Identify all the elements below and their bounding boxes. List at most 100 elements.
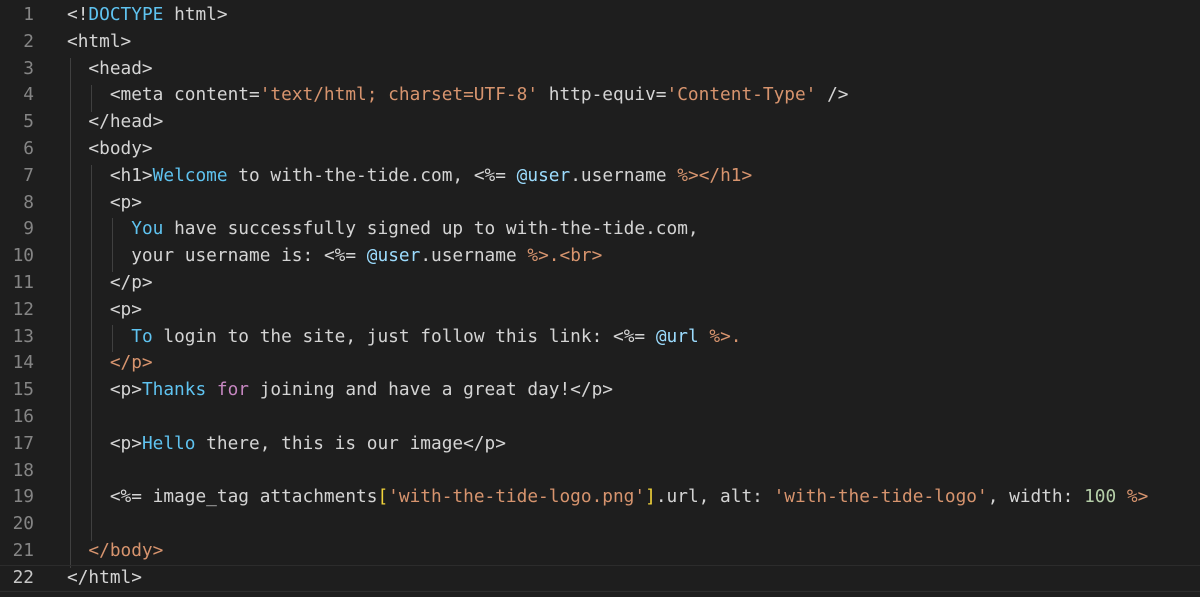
- code-line[interactable]: 21 </body>: [0, 538, 1200, 565]
- line-number: 16: [12, 406, 34, 427]
- code-token: </html>: [67, 566, 142, 588]
- line-number: 22: [12, 566, 34, 588]
- code-token: <meta content=: [67, 84, 260, 106]
- code-line[interactable]: 7 <h1>Welcome to with-the-tide.com, <%= …: [0, 163, 1200, 190]
- code-line[interactable]: 4 <meta content='text/html; charset=UTF-…: [0, 82, 1200, 109]
- code-token: Hello: [141, 432, 196, 454]
- code-line[interactable]: 5 </head>: [0, 109, 1200, 136]
- line-number: 10: [12, 245, 34, 267]
- line-number: 20: [12, 513, 34, 535]
- code-token: To: [131, 325, 153, 347]
- code-token: joining and have a great day!</p>: [249, 379, 613, 401]
- code-text[interactable]: <!DOCTYPE html>: [67, 2, 228, 29]
- code-line[interactable]: 9 You have successfully signed up to wit…: [0, 216, 1200, 243]
- code-token: </head>: [67, 111, 164, 133]
- code-token: <!: [67, 4, 89, 25]
- line-number: 14: [12, 352, 34, 374]
- code-token: DOCTYPE: [88, 4, 164, 25]
- code-token: 'with-the-tide-logo': [773, 486, 988, 508]
- line-number: 3: [23, 57, 34, 79]
- line-number: 6: [23, 138, 34, 159]
- code-text[interactable]: </p>: [67, 270, 153, 297]
- code-token: html>: [163, 4, 228, 25]
- line-number: 21: [12, 540, 34, 561]
- code-line[interactable]: 17 <p>Hello there, this is our image</p>: [0, 431, 1200, 458]
- code-text[interactable]: To login to the site, just follow this l…: [67, 324, 742, 351]
- code-line[interactable]: 13 To login to the site, just follow thi…: [0, 324, 1200, 351]
- code-text[interactable]: <p>Hello there, this is our image</p>: [67, 431, 506, 458]
- code-token: ]: [645, 486, 656, 508]
- code-line[interactable]: 22 </html>: [0, 564, 1200, 592]
- code-text[interactable]: <head>: [67, 56, 153, 83]
- code-text[interactable]: <html>: [67, 29, 131, 56]
- code-token: %>: [709, 325, 731, 347]
- code-line[interactable]: 20: [0, 511, 1200, 538]
- code-token: <p>: [67, 191, 142, 213]
- code-line[interactable]: 18: [0, 458, 1200, 485]
- code-line[interactable]: 10 your username is: <%= @user.username …: [0, 243, 1200, 270]
- line-number: 13: [12, 325, 34, 347]
- code-line[interactable]: 11 </p>: [0, 270, 1200, 297]
- code-line[interactable]: 15 <p>Thanks for joining and have a grea…: [0, 377, 1200, 404]
- code-token: , width:: [987, 486, 1085, 508]
- code-token: <p>: [67, 298, 142, 320]
- code-token: <%=: [323, 245, 357, 267]
- code-token: [: [377, 486, 389, 508]
- code-text[interactable]: </head>: [67, 109, 163, 136]
- line-number: 4: [23, 84, 34, 106]
- code-line[interactable]: 1 <!DOCTYPE html>: [0, 2, 1200, 29]
- line-number: 7: [23, 164, 34, 186]
- code-text[interactable]: </body>: [67, 538, 163, 565]
- code-token: have successfully signed up to with-the-…: [163, 218, 699, 240]
- code-text[interactable]: <p>Thanks for joining and have a great d…: [67, 377, 613, 404]
- code-token: />: [816, 84, 849, 106]
- code-text[interactable]: <h1>Welcome to with-the-tide.com, <%= @u…: [67, 163, 752, 190]
- code-token: http-equiv=: [538, 84, 667, 106]
- code-token: <%=: [473, 164, 506, 186]
- code-line[interactable]: 12 <p>: [0, 297, 1200, 324]
- code-line[interactable]: 16: [0, 404, 1200, 431]
- code-line[interactable]: 2 <html>: [0, 29, 1200, 56]
- code-text[interactable]: <meta content='text/html; charset=UTF-8'…: [67, 82, 849, 109]
- code-token: </h1>: [698, 164, 753, 186]
- code-token: .: [730, 325, 742, 347]
- code-text[interactable]: <p>: [67, 190, 142, 217]
- code-token: %>: [677, 164, 699, 186]
- code-token: 'with-the-tide-logo.png': [388, 486, 646, 508]
- code-token: <p>: [67, 432, 142, 454]
- line-number: 9: [23, 218, 34, 240]
- line-number: 12: [12, 298, 34, 320]
- code-text[interactable]: your username is: <%= @user.username %>.…: [67, 243, 602, 270]
- code-text[interactable]: <p>: [67, 297, 142, 324]
- code-token: <body>: [67, 138, 153, 159]
- code-text[interactable]: </p>: [67, 350, 153, 377]
- code-text[interactable]: <%= image_tag attachments['with-the-tide…: [67, 484, 1149, 511]
- code-token: <head>: [67, 57, 153, 79]
- code-text[interactable]: You have successfully signed up to with-…: [67, 216, 699, 243]
- code-token: </p>: [67, 352, 153, 374]
- code-line[interactable]: 6 <body>: [0, 136, 1200, 163]
- code-token: You: [131, 218, 164, 240]
- code-token: </p>: [67, 272, 153, 293]
- code-editor[interactable]: 1 <!DOCTYPE html> 2 <html> 3 <head> 4 <meta c…: [0, 0, 1200, 597]
- code-token: .username: [420, 245, 528, 267]
- code-token: @url: [655, 325, 699, 347]
- code-line[interactable]: 8 <p>: [0, 190, 1200, 217]
- code-line[interactable]: 19 <%= image_tag attachments['with-the-t…: [0, 484, 1200, 511]
- code-line[interactable]: 14 </p>: [0, 350, 1200, 377]
- code-token: %>: [527, 245, 549, 267]
- code-token: Welcome: [152, 164, 228, 186]
- code-line[interactable]: 3 <head>: [0, 56, 1200, 83]
- code-text[interactable]: </html>: [67, 566, 142, 591]
- code-text[interactable]: <body>: [67, 136, 153, 163]
- code-token: to with-the-tide.com,: [227, 164, 474, 186]
- line-number: 17: [12, 432, 34, 454]
